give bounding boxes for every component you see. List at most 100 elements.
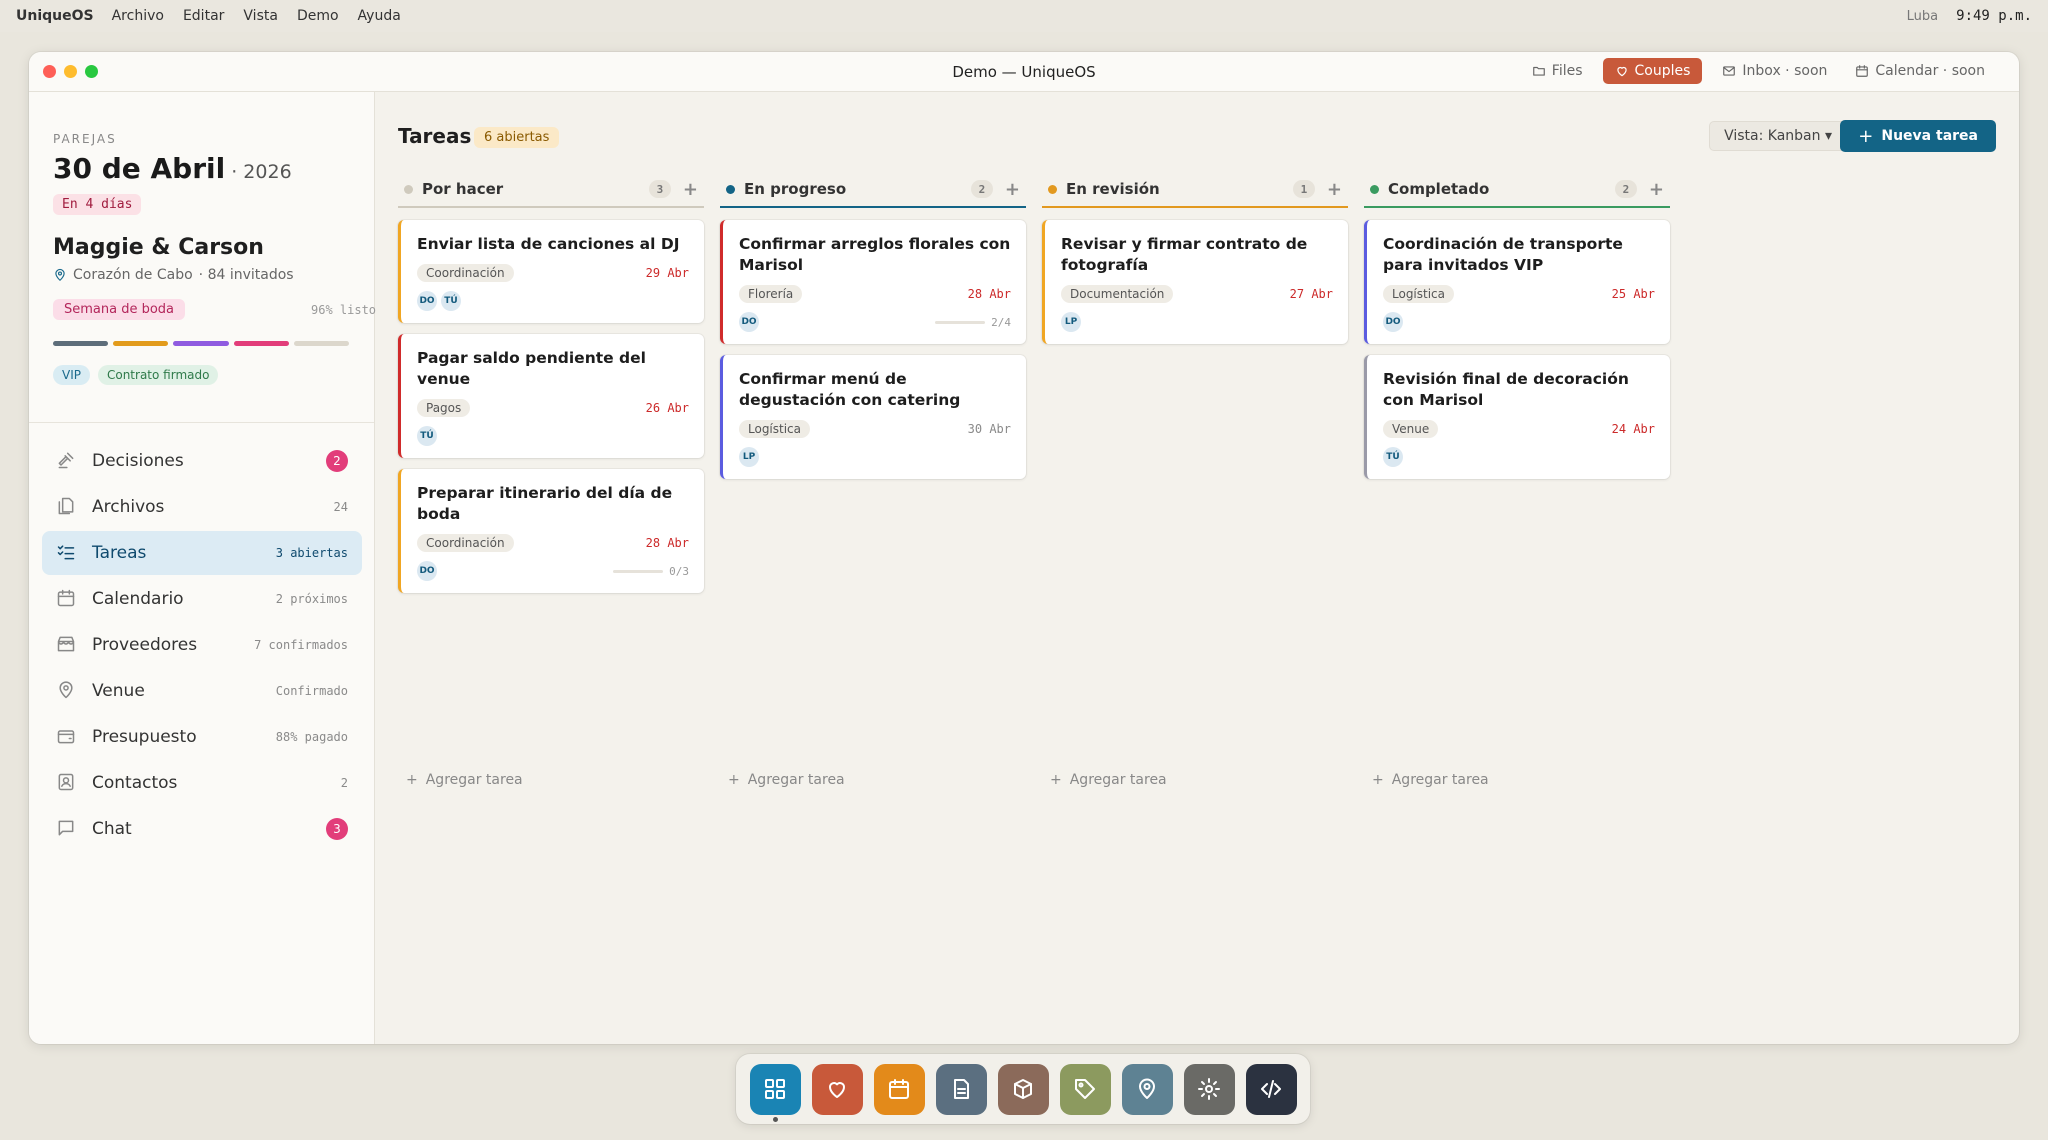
countdown-badge: En 4 días bbox=[53, 194, 142, 215]
wallet-icon bbox=[56, 726, 78, 748]
folder-icon bbox=[1532, 64, 1546, 78]
checklist-icon bbox=[56, 542, 78, 564]
assignee-avatar[interactable]: DO bbox=[1383, 312, 1403, 332]
dock-tag-icon[interactable] bbox=[1059, 1063, 1111, 1115]
assignee-avatar[interactable]: DO bbox=[417, 291, 437, 311]
column-title: Por hacer bbox=[422, 180, 504, 198]
sidebar-item-venue[interactable]: Venue Confirmado bbox=[42, 669, 362, 713]
sidebar-item-tareas[interactable]: Tareas 3 abiertas bbox=[42, 531, 362, 575]
toolbar-label: Couples bbox=[1634, 63, 1691, 79]
dock-settings-icon[interactable] bbox=[1183, 1063, 1235, 1115]
add-task-button[interactable]: + Agregar tarea bbox=[406, 772, 523, 788]
toolbar-couples-button[interactable]: Couples bbox=[1602, 58, 1703, 84]
sidebar-item-label: Venue bbox=[92, 681, 145, 701]
task-card[interactable]: Confirmar menú de degustación con cateri… bbox=[720, 355, 1026, 479]
dock-box-icon[interactable] bbox=[997, 1063, 1049, 1115]
add-task-button[interactable]: + Agregar tarea bbox=[1372, 772, 1489, 788]
menu-demo[interactable]: Demo bbox=[297, 8, 339, 24]
sidebar-item-chat[interactable]: Chat 3 bbox=[42, 807, 362, 851]
subtask-progress: 0/3 bbox=[613, 565, 689, 578]
progress-text: 0/3 bbox=[669, 564, 689, 578]
column-header: Completado 2 + bbox=[1364, 172, 1670, 206]
column-title: Completado bbox=[1388, 180, 1490, 198]
assignee-avatar[interactable]: LP bbox=[1061, 312, 1081, 332]
user-name[interactable]: Luba bbox=[1907, 9, 1938, 24]
dock-map-pin-icon[interactable] bbox=[1121, 1063, 1173, 1115]
view-selector[interactable]: Vista: Kanban ▾ bbox=[1709, 121, 1847, 151]
menu-ayuda[interactable]: Ayuda bbox=[358, 8, 401, 24]
task-category-tag: Coordinación bbox=[417, 534, 514, 552]
task-card[interactable]: Revisar y firmar contrato de fotografía D… bbox=[1042, 220, 1348, 344]
ready-percent: 96% listo bbox=[311, 303, 377, 317]
sidebar-item-proveedores[interactable]: Proveedores 7 confirmados bbox=[42, 623, 362, 667]
sidebar-item-meta: 24 bbox=[333, 500, 348, 514]
task-title: Revisar y firmar contrato de fotografía bbox=[1061, 235, 1308, 274]
new-task-label: Nueva tarea bbox=[1881, 128, 1978, 144]
open-count-badge: 6 abiertas bbox=[474, 127, 560, 148]
assignee-avatar[interactable]: DO bbox=[739, 312, 759, 332]
app-menu[interactable]: UniqueOS bbox=[16, 8, 94, 24]
task-card[interactable]: Confirmar arreglos florales con Marisol F… bbox=[720, 220, 1026, 344]
page-title: Tareas bbox=[398, 124, 472, 148]
menu-archivo[interactable]: Archivo bbox=[112, 8, 164, 24]
task-meta-row: Logística 30 Abr bbox=[739, 420, 1011, 438]
sidebar-item-decisiones[interactable]: Decisiones 2 bbox=[42, 439, 362, 483]
assignee-avatar[interactable]: TÚ bbox=[441, 291, 461, 311]
menu-vista[interactable]: Vista bbox=[243, 8, 278, 24]
title-bar: Demo — UniqueOS Files Couples Inbox · soon… bbox=[29, 52, 2019, 92]
assignee-avatar[interactable]: LP bbox=[739, 447, 759, 467]
column-header: En revisión 1 + bbox=[1042, 172, 1348, 206]
count-badge: 2 bbox=[326, 450, 348, 472]
task-meta-row: Florería 28 Abr bbox=[739, 285, 1011, 303]
new-task-button[interactable]: + Nueva tarea bbox=[1840, 120, 1996, 152]
task-card[interactable]: Coordinación de transporte para invitado… bbox=[1364, 220, 1670, 344]
assignee-avatar[interactable]: DO bbox=[417, 561, 437, 581]
task-footer: TÚ bbox=[1383, 447, 1655, 467]
toolbar-inbox-button[interactable]: Inbox · soon bbox=[1714, 58, 1835, 84]
dock-apps-icon[interactable] bbox=[749, 1063, 801, 1122]
add-task-button[interactable]: + Agregar tarea bbox=[728, 772, 845, 788]
dock-code-icon[interactable] bbox=[1245, 1063, 1297, 1115]
task-meta-row: Coordinación 28 Abr bbox=[417, 534, 689, 552]
column-count: 3 bbox=[648, 180, 671, 198]
status-dot bbox=[1370, 184, 1379, 194]
task-title: Enviar lista de canciones al DJ bbox=[417, 235, 680, 253]
plus-icon: + bbox=[406, 772, 418, 788]
sidebar-item-presupuesto[interactable]: Presupuesto 88% pagado bbox=[42, 715, 362, 759]
add-card-button[interactable]: + bbox=[683, 179, 698, 200]
add-task-button[interactable]: + Agregar tarea bbox=[1050, 772, 1167, 788]
column-divider bbox=[720, 206, 1026, 208]
assignee-avatar[interactable]: TÚ bbox=[417, 426, 437, 446]
sidebar-item-meta: 3 abiertas bbox=[275, 546, 348, 560]
sidebar-divider bbox=[29, 422, 374, 423]
dock-document-icon[interactable] bbox=[935, 1063, 987, 1115]
task-footer: LP bbox=[739, 447, 1011, 467]
box-icon bbox=[1011, 1077, 1035, 1101]
column-header: En progreso 2 + bbox=[720, 172, 1026, 206]
sidebar-item-contactos[interactable]: Contactos 2 bbox=[42, 761, 362, 805]
dock-calendar-icon[interactable] bbox=[873, 1063, 925, 1115]
task-card[interactable]: Preparar itinerario del día de boda Coord… bbox=[398, 469, 704, 593]
plus-icon: + bbox=[728, 772, 740, 788]
kanban-column: Completado 2 + Coordinación de transporte p… bbox=[1364, 172, 1670, 1012]
task-footer: DO 2/4 bbox=[739, 312, 1011, 332]
task-card[interactable]: Revisión final de decoración con Marisol… bbox=[1364, 355, 1670, 479]
dock-heart-icon[interactable] bbox=[811, 1063, 863, 1115]
assignee-avatar[interactable]: TÚ bbox=[1383, 447, 1403, 467]
toolbar-files-button[interactable]: Files bbox=[1524, 58, 1591, 84]
status-dot bbox=[404, 184, 413, 194]
app-window: Demo — UniqueOS Files Couples Inbox · soon… bbox=[29, 52, 2019, 1044]
menu-editar[interactable]: Editar bbox=[183, 8, 224, 24]
map-pin-icon bbox=[53, 268, 67, 282]
add-card-button[interactable]: + bbox=[1005, 179, 1020, 200]
add-card-button[interactable]: + bbox=[1649, 179, 1664, 200]
add-card-button[interactable]: + bbox=[1327, 179, 1342, 200]
progress-segment bbox=[113, 341, 169, 346]
couple-name: Maggie & Carson bbox=[53, 235, 264, 260]
toolbar-calendar-button[interactable]: Calendar · soon bbox=[1847, 58, 1993, 84]
sidebar-item-archivos[interactable]: Archivos 24 bbox=[42, 485, 362, 529]
task-card[interactable]: Pagar saldo pendiente del venue Pagos 26 A… bbox=[398, 334, 704, 458]
sidebar-item-calendario[interactable]: Calendario 2 próximos bbox=[42, 577, 362, 621]
task-card[interactable]: Enviar lista de canciones al DJ Coordinac… bbox=[398, 220, 704, 323]
task-category-tag: Documentación bbox=[1061, 285, 1174, 303]
